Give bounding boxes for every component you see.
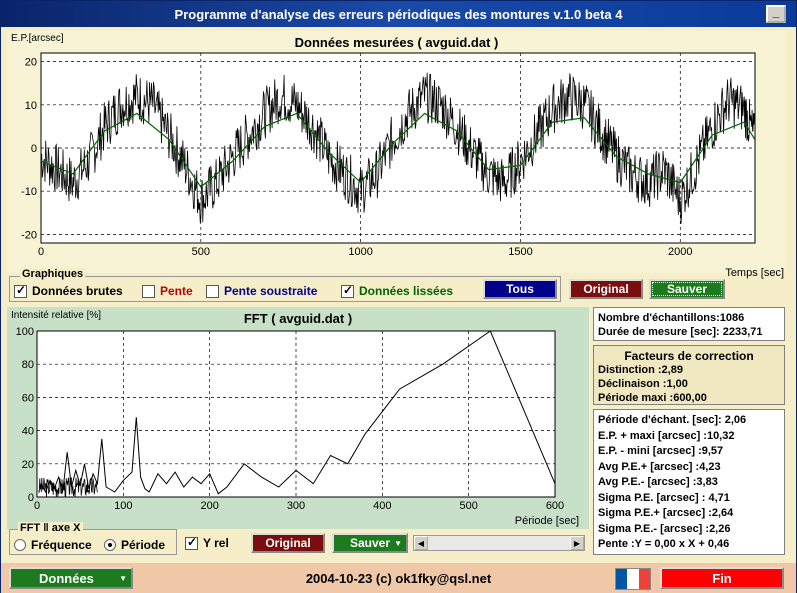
result-line: Avg P.E.+ [arcsec] :4,23 (598, 460, 721, 473)
correction-line: Distinction :2,89 (598, 364, 683, 376)
result-line: Sigma P.E.+ [arcsec] :2,64 (598, 507, 734, 519)
checkbox-label: Pente (160, 284, 193, 298)
graphiques-legend: Graphiques (20, 268, 86, 280)
fft-x-tick-label: 500 (459, 500, 477, 512)
fft-y-tick-label: 20 (22, 459, 34, 471)
top-y-tick-label: 20 (25, 57, 37, 69)
sauver-button-top[interactable]: Sauver (649, 279, 725, 299)
top-y-tick-label: -10 (21, 186, 37, 198)
result-line: E.P. - mini [arcsec] :9,57 (598, 445, 724, 457)
top-x-tick-label: 2000 (668, 246, 692, 258)
checkbox-box[interactable] (206, 284, 219, 298)
checkbox-pente[interactable]: Pente (142, 284, 206, 298)
top-y-tick-label: 0 (31, 143, 37, 155)
radio-frequence[interactable]: Fréquence (14, 538, 92, 552)
scroll-right-icon[interactable]: ▶ (570, 536, 584, 550)
fft-xlabel: Période [sec] (514, 515, 579, 527)
fft-x-tick-label: 0 (34, 500, 40, 512)
fft-x-tick-label: 200 (200, 500, 218, 512)
top-x-tick-label: 1000 (348, 246, 372, 258)
radio-label: Période (121, 538, 166, 552)
fin-button[interactable]: Fin (660, 567, 784, 589)
checkbox-y-rel[interactable]: Y rel (185, 535, 229, 550)
fft-axis-legend: FFT ‖ axe X (18, 522, 83, 534)
fft-chart-svg: 1008060402000 100 200 300 400 500 600 (16, 326, 565, 512)
checkbox-box[interactable] (142, 284, 155, 298)
result-line: Avg P.E.- [arcsec] :3,83 (598, 476, 718, 488)
top-xlabel: Temps [sec] (725, 267, 784, 279)
measure-duration: Durée de mesure [sec]: 2233,71 (598, 326, 763, 338)
fft-x-tick-label: 100 (114, 500, 132, 512)
result-line: Sigma P.E.- [arcsec] :2,26 (598, 522, 731, 535)
fft-plot: Intensité relative [%] FFT ( avguid.dat … (7, 307, 589, 529)
window-title: Programme d'analyse des erreurs périodiq… (174, 6, 623, 22)
stats-box: Nombre d'échantillons:1086 Durée de mesu… (593, 307, 785, 341)
scroll-left-icon[interactable]: ◀ (414, 536, 428, 550)
result-line: Période d'échant. [sec]: 2,06 (598, 414, 747, 426)
radio-label: Fréquence (31, 538, 92, 552)
radio-periode[interactable]: Période (104, 538, 165, 552)
correction-box: Facteurs de correction Distinction :2,89… (593, 345, 785, 405)
tous-button[interactable]: Tous (483, 279, 557, 299)
fft-y-tick-label: 80 (22, 359, 34, 371)
correction-line: Période maxi :600,00 (598, 392, 707, 404)
fft-y-tick-label: 60 (22, 392, 34, 404)
top-x-tick-label: 500 (192, 246, 210, 258)
fft-x-tick-label: 300 (287, 500, 305, 512)
fft-y-tick-label: 100 (16, 326, 34, 338)
original-button-top[interactable]: Original (569, 279, 643, 299)
sauver-button-fft[interactable]: Sauver ▼ (332, 533, 408, 553)
main-window: Programme d'analyse des erreurs périodiq… (0, 0, 797, 593)
results-box: Période d'échant. [sec]: 2,06 E.P. + max… (593, 409, 785, 555)
top-y-tick-label: -20 (21, 229, 37, 241)
radio-button[interactable] (104, 539, 116, 551)
checkbox-label: Y rel (203, 536, 229, 550)
minimize-button[interactable]: _ (766, 5, 786, 23)
top-x-tick-label: 0 (38, 246, 44, 258)
checkbox-box[interactable] (185, 535, 198, 550)
graphiques-group: Graphiques Données brutes Pente Pente so… (9, 268, 561, 302)
original-button-fft[interactable]: Original (251, 533, 325, 553)
checkbox-donnees-lissees[interactable]: Données lissées (341, 283, 461, 298)
graphiques-items: Données brutes Pente Pente soustraite Do… (14, 283, 461, 298)
samples-count: Nombre d'échantillons:1086 (598, 312, 745, 324)
checkbox-label: Données lissées (359, 284, 454, 298)
top-x-tick-label: 1500 (508, 246, 532, 258)
title-bar: Programme d'analyse des erreurs périodiq… (1, 1, 796, 27)
fft-y-tick-label: 40 (22, 426, 34, 438)
checkbox-box[interactable] (14, 283, 27, 298)
correction-title: Facteurs de correction (624, 349, 754, 363)
checkbox-label: Données brutes (32, 284, 123, 298)
checkbox-box[interactable] (341, 283, 354, 298)
result-line: E.P. + maxi [arcsec] :10,32 (598, 429, 735, 442)
checkbox-label: Pente soustraite (224, 284, 318, 298)
sauver-label: Sauver (350, 536, 391, 550)
result-line: Pente :Y = 0,00 x X + 0,46 (598, 538, 730, 550)
correction-line: Déclinaison :1,00 (598, 378, 688, 390)
fft-x-tick-label: 600 (546, 500, 564, 512)
result-line: Sigma P.E. [arcsec] : 4,71 (598, 491, 730, 504)
checkbox-pente-soustraite[interactable]: Pente soustraite (206, 284, 341, 298)
fft-axis-group: FFT ‖ axe X Fréquence Période (9, 522, 177, 555)
dropdown-arrow-icon: ▼ (394, 538, 402, 548)
radio-button[interactable] (14, 539, 26, 551)
top-chart-svg: 20100-10-200 500 1000 1500 2000 (21, 52, 756, 258)
footer-bar: Données ▼ 2004-10-23 (c) ok1fky@qsl.net … (1, 563, 796, 593)
french-flag-icon[interactable] (615, 568, 651, 590)
checkbox-donnees-brutes[interactable]: Données brutes (14, 283, 142, 298)
fft-x-tick-label: 400 (373, 500, 391, 512)
measured-data-plot: E.P.[arcsec] Données mesurées ( avguid.d… (7, 31, 786, 279)
top-y-tick-label: 10 (25, 100, 37, 112)
fft-scrollbar[interactable]: ◀ ▶ (413, 535, 585, 551)
